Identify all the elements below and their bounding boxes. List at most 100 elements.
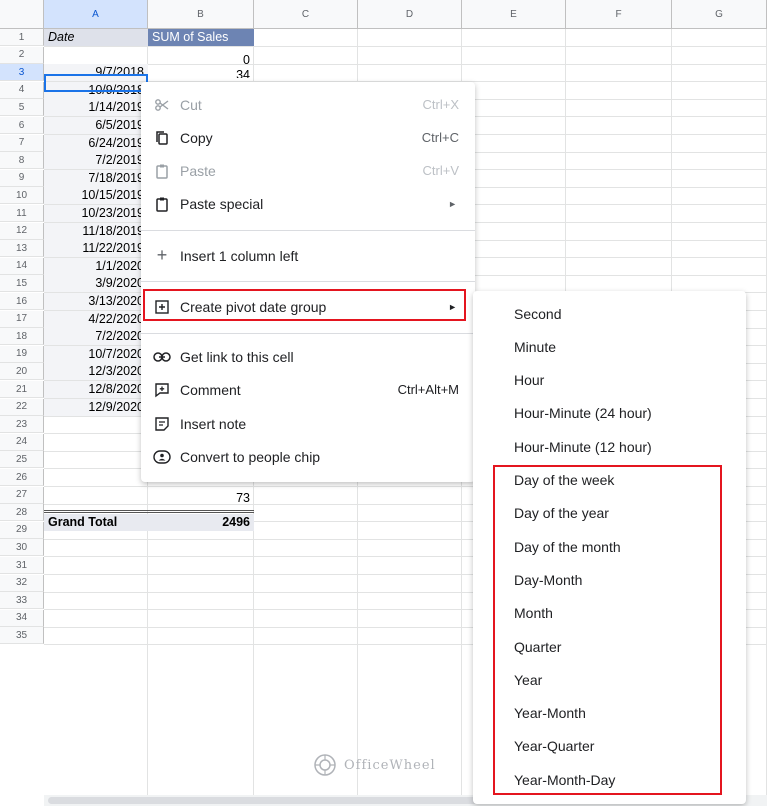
row-header-18[interactable]: 18 bbox=[0, 328, 44, 346]
pivot-date-cell[interactable]: 10/7/2020 bbox=[44, 345, 148, 363]
row-header-9[interactable]: 9 bbox=[0, 169, 44, 187]
highlight-box-pivot-group bbox=[143, 289, 466, 321]
grand-total-label[interactable]: Grand Total bbox=[44, 514, 148, 531]
menu-cut[interactable]: Cut Ctrl+X bbox=[141, 88, 475, 121]
pivot-header-sales[interactable]: SUM of Sales bbox=[148, 29, 254, 46]
pivot-date-cell[interactable]: 12/8/2020 bbox=[44, 381, 148, 398]
row-header-15[interactable]: 15 bbox=[0, 275, 44, 293]
pivot-date-cell[interactable]: 1/14/2019 bbox=[44, 99, 148, 117]
pivot-date-cell[interactable]: 10/15/2019 bbox=[44, 187, 148, 205]
copy-icon bbox=[153, 129, 171, 147]
clipboard-icon bbox=[153, 195, 171, 213]
row-header-13[interactable]: 13 bbox=[0, 240, 44, 258]
watermark-text: OfficeWheel bbox=[344, 757, 436, 773]
officewheel-logo-icon bbox=[314, 754, 336, 776]
row-header-29[interactable]: 29 bbox=[0, 521, 44, 539]
column-header-b[interactable]: B bbox=[148, 0, 254, 29]
row-header-33[interactable]: 33 bbox=[0, 592, 44, 610]
menu-comment[interactable]: Comment Ctrl+Alt+M bbox=[141, 373, 475, 406]
menu-divider bbox=[141, 333, 475, 334]
row-header-21[interactable]: 21 bbox=[0, 381, 44, 398]
pivot-date-cell[interactable]: 7/18/2019 bbox=[44, 169, 148, 187]
row-header-27[interactable]: 27 bbox=[0, 486, 44, 504]
row-header-14[interactable]: 14 bbox=[0, 257, 44, 275]
row-header-23[interactable]: 23 bbox=[0, 416, 44, 434]
menu-paste-special[interactable]: Paste special ► bbox=[141, 187, 475, 220]
menu-people-chip[interactable]: Convert to people chip bbox=[141, 440, 475, 473]
pivot-date-cell[interactable]: 7/2/2019 bbox=[44, 152, 148, 170]
submenu-item-label: Hour-Minute (24 hour) bbox=[514, 405, 652, 422]
column-header-e[interactable]: E bbox=[462, 0, 566, 29]
column-header-c[interactable]: C bbox=[254, 0, 358, 29]
column-header-g[interactable]: G bbox=[672, 0, 767, 29]
menu-people-chip-label: Convert to people chip bbox=[180, 448, 321, 465]
pivot-date-cell[interactable]: 11/22/2019 bbox=[44, 240, 148, 258]
plus-icon: + bbox=[156, 245, 168, 265]
row-header-28[interactable]: 28 bbox=[0, 504, 44, 522]
menu-paste[interactable]: Paste Ctrl+V bbox=[141, 154, 475, 187]
row-header-20[interactable]: 20 bbox=[0, 363, 44, 381]
menu-copy-shortcut: Ctrl+C bbox=[421, 130, 459, 145]
row-header-30[interactable]: 30 bbox=[0, 539, 44, 557]
pivot-date-cell[interactable]: 12/3/2020 bbox=[44, 363, 148, 381]
menu-paste-special-label: Paste special bbox=[180, 195, 264, 212]
row-header-22[interactable]: 22 bbox=[0, 398, 44, 416]
menu-insert-column[interactable]: + Insert 1 column left bbox=[141, 239, 475, 272]
select-all-corner[interactable] bbox=[0, 0, 44, 29]
pivot-date-cell[interactable]: 3/9/2020 bbox=[44, 275, 148, 293]
pivot-date-cell[interactable]: 3/13/2020 bbox=[44, 293, 148, 310]
scissors-icon bbox=[153, 96, 171, 114]
pivot-date-cell[interactable]: 11/18/2019 bbox=[44, 222, 148, 240]
selected-cell-a3[interactable] bbox=[44, 74, 148, 92]
submenu-item-hour-minute-24-hour[interactable]: Hour-Minute (24 hour) bbox=[473, 397, 746, 430]
cell-b22[interactable]: 73 bbox=[148, 490, 254, 507]
pivot-date-cell[interactable]: 10/23/2019 bbox=[44, 205, 148, 222]
submenu-item-second[interactable]: Second bbox=[473, 297, 746, 330]
row-header-6[interactable]: 6 bbox=[0, 117, 44, 134]
row-header-1[interactable]: 1 bbox=[0, 29, 44, 46]
grand-total-value[interactable]: 2496 bbox=[148, 514, 254, 531]
pivot-date-cell[interactable]: 6/24/2019 bbox=[44, 134, 148, 152]
menu-get-link[interactable]: Get link to this cell bbox=[141, 340, 475, 373]
row-header-7[interactable]: 7 bbox=[0, 134, 44, 152]
pivot-date-cell[interactable]: 7/2/2020 bbox=[44, 328, 148, 346]
column-header-f[interactable]: F bbox=[566, 0, 672, 29]
pivot-date-cell[interactable]: 6/5/2019 bbox=[44, 117, 148, 134]
row-header-35[interactable]: 35 bbox=[0, 627, 44, 645]
pivot-header-date[interactable]: Date bbox=[44, 29, 148, 46]
row-header-3[interactable]: 3 bbox=[0, 64, 44, 82]
row-header-17[interactable]: 17 bbox=[0, 310, 44, 328]
submenu-item-minute[interactable]: Minute bbox=[473, 330, 746, 363]
row-header-4[interactable]: 4 bbox=[0, 81, 44, 99]
cell-b3[interactable]: 34 bbox=[148, 69, 254, 78]
submenu-item-hour[interactable]: Hour bbox=[473, 364, 746, 397]
row-header-31[interactable]: 31 bbox=[0, 557, 44, 574]
cell-b2[interactable]: 0 bbox=[148, 52, 254, 69]
row-header-32[interactable]: 32 bbox=[0, 574, 44, 592]
menu-insert-note[interactable]: Insert note bbox=[141, 407, 475, 440]
submenu-item-hour-minute-12-hour[interactable]: Hour-Minute (12 hour) bbox=[473, 430, 746, 463]
submenu-item-label: Minute bbox=[514, 338, 557, 355]
row-header-34[interactable]: 34 bbox=[0, 609, 44, 627]
row-header-8[interactable]: 8 bbox=[0, 152, 44, 170]
row-header-10[interactable]: 10 bbox=[0, 187, 44, 205]
column-header-a[interactable]: A bbox=[44, 0, 148, 29]
row-header-12[interactable]: 12 bbox=[0, 222, 44, 240]
row-header-19[interactable]: 19 bbox=[0, 345, 44, 363]
row-header-25[interactable]: 25 bbox=[0, 451, 44, 469]
row-header-2[interactable]: 2 bbox=[0, 46, 44, 64]
menu-copy[interactable]: Copy Ctrl+C bbox=[141, 121, 475, 154]
submenu-arrow-icon: ► bbox=[448, 198, 457, 209]
clipboard-icon bbox=[153, 162, 171, 180]
row-header-11[interactable]: 11 bbox=[0, 205, 44, 222]
scrollbar-thumb[interactable] bbox=[48, 797, 518, 804]
menu-divider bbox=[141, 230, 475, 231]
row-header-5[interactable]: 5 bbox=[0, 99, 44, 117]
row-header-16[interactable]: 16 bbox=[0, 293, 44, 310]
row-header-24[interactable]: 24 bbox=[0, 433, 44, 451]
row-header-26[interactable]: 26 bbox=[0, 469, 44, 486]
pivot-date-cell[interactable]: 1/1/2020 bbox=[44, 257, 148, 275]
pivot-date-cell[interactable]: 4/22/2020 bbox=[44, 310, 148, 328]
column-header-d[interactable]: D bbox=[358, 0, 462, 29]
pivot-date-cell[interactable]: 12/9/2020 bbox=[44, 398, 148, 416]
